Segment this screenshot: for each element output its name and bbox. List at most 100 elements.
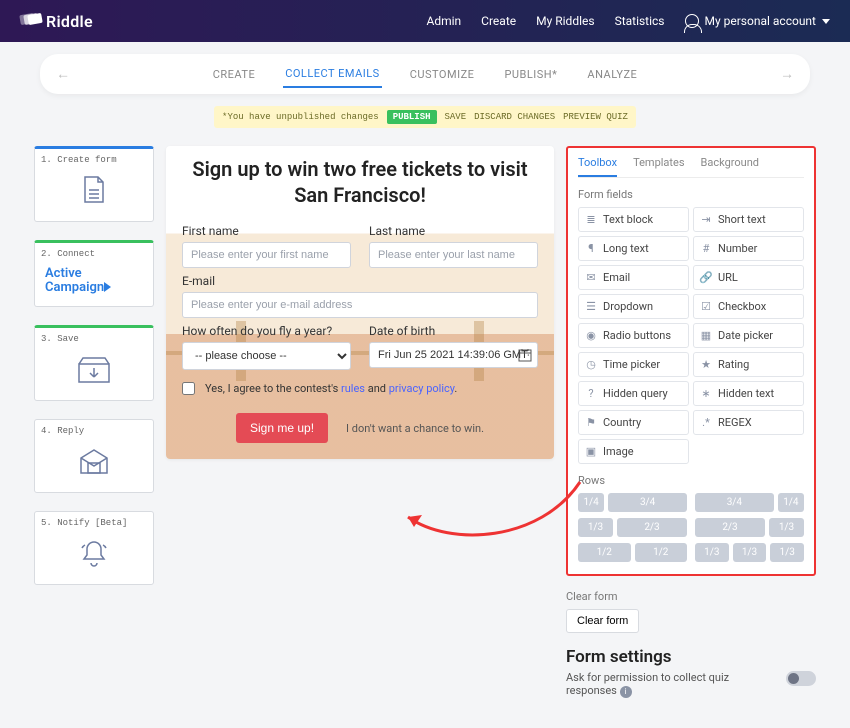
nav-my-riddles[interactable]: My Riddles xyxy=(536,14,594,28)
step-connect[interactable]: 2. Connect ActiveCampaign xyxy=(34,240,154,307)
steps-sidebar: 1. Create form 2. Connect ActiveCampaign… xyxy=(34,146,154,585)
field-radio-buttons[interactable]: ◉ Radio buttons xyxy=(578,323,689,348)
field-image[interactable]: ▣Image xyxy=(578,439,689,464)
row-layout[interactable]: 1/43/4 xyxy=(578,493,687,512)
field-icon: ☰ xyxy=(585,300,597,313)
tab-prev-button[interactable]: ← xyxy=(56,66,70,83)
field-email[interactable]: ✉Email xyxy=(578,265,689,290)
field-icon: ? xyxy=(585,387,597,400)
privacy-link[interactable]: privacy policy xyxy=(389,382,455,395)
row-chip: 2/3 xyxy=(695,518,765,537)
nav-create[interactable]: Create xyxy=(481,14,516,28)
rules-link[interactable]: rules xyxy=(341,382,365,395)
row-layout[interactable]: 1/31/31/3 xyxy=(695,543,804,562)
tab-collect-emails[interactable]: COLLECT EMAILS xyxy=(283,61,381,88)
clear-form-button[interactable]: Clear form xyxy=(566,609,639,633)
step-title: 1. Create form xyxy=(41,155,147,165)
field-country[interactable]: ⚑Country xyxy=(578,410,689,435)
field-label: Time picker xyxy=(603,358,660,371)
field-checkbox[interactable]: ☑Checkbox xyxy=(693,294,804,319)
brand-text: Riddle xyxy=(46,12,93,31)
brand[interactable]: Riddle xyxy=(20,12,93,31)
email-input[interactable] xyxy=(182,292,538,318)
consent-text: Yes, I agree to the contest's rules and … xyxy=(205,382,457,395)
row-layout[interactable]: 1/32/3 xyxy=(578,518,687,537)
row-line: 1/21/2 1/31/31/3 xyxy=(578,543,804,562)
row-layout[interactable]: 3/41/4 xyxy=(695,493,804,512)
field-icon: ◷ xyxy=(585,358,597,371)
step-title: 5. Notify [Beta] xyxy=(41,518,147,528)
row-layout[interactable]: 2/31/3 xyxy=(695,518,804,537)
save-box-icon xyxy=(41,350,147,390)
field-dropdown[interactable]: ☰Dropdown xyxy=(578,294,689,319)
row-grid: 1/43/4 3/41/4 1/32/3 2/31/3 1/21/2 1/31/31/3 xyxy=(578,493,804,562)
last-name-input[interactable] xyxy=(369,242,538,268)
permission-label: Ask for permission to collect quiz respo… xyxy=(566,671,729,697)
field-hidden-text[interactable]: ∗Hidden text xyxy=(693,381,804,406)
nav-admin[interactable]: Admin xyxy=(426,14,461,28)
field-label: Country xyxy=(603,416,641,429)
calendar-icon[interactable] xyxy=(518,348,532,362)
permission-toggle[interactable] xyxy=(786,671,816,686)
step-notify[interactable]: 5. Notify [Beta] xyxy=(34,511,154,585)
form-title: Sign up to win two free tickets to visit… xyxy=(182,156,538,208)
unsaved-msg: *You have unpublished changes xyxy=(222,112,379,122)
field-icon: ◉ xyxy=(585,329,597,342)
row-layout[interactable]: 1/21/2 xyxy=(578,543,687,562)
activecampaign-logo: ActiveCampaign xyxy=(41,265,147,296)
right-panel: Toolbox Templates Background Form fields… xyxy=(566,146,816,698)
row-chip: 1/4 xyxy=(578,493,604,512)
row-chip: 1/4 xyxy=(778,493,804,512)
field-rating[interactable]: ★Rating xyxy=(693,352,804,377)
discard-button[interactable]: DISCARD CHANGES xyxy=(474,112,555,122)
step-save[interactable]: 3. Save xyxy=(34,325,154,401)
first-name-input[interactable] xyxy=(182,242,351,268)
tab-analyze[interactable]: ANALYZE xyxy=(585,62,639,87)
first-name-label: First name xyxy=(182,224,351,238)
save-button[interactable]: SAVE xyxy=(445,112,467,122)
field-icon: 🔗 xyxy=(700,271,712,284)
publish-button[interactable]: PUBLISH xyxy=(387,110,437,124)
dob-input[interactable] xyxy=(369,342,538,368)
toolbox-tab-background[interactable]: Background xyxy=(701,156,759,177)
nav-right: Admin Create My Riddles Statistics My pe… xyxy=(426,14,830,28)
field-text-block[interactable]: ≣ Text block xyxy=(578,207,689,232)
field-hidden-query[interactable]: ? Hidden query xyxy=(578,381,689,406)
field-label: Hidden query xyxy=(603,387,668,400)
field-long-text[interactable]: ¶Long text xyxy=(578,236,689,261)
tab-create[interactable]: CREATE xyxy=(211,62,258,87)
field-label: Checkbox xyxy=(718,300,766,313)
row-chip: 2/3 xyxy=(617,518,687,537)
toolbox-tab-toolbox[interactable]: Toolbox xyxy=(578,156,617,177)
step-reply[interactable]: 4. Reply xyxy=(34,419,154,493)
tab-publish[interactable]: PUBLISH* xyxy=(502,62,559,87)
field-time-picker[interactable]: ◷ Time picker xyxy=(578,352,689,377)
tab-customize[interactable]: CUSTOMIZE xyxy=(408,62,477,87)
decline-link[interactable]: I don't want a chance to win. xyxy=(346,422,484,435)
frequency-select[interactable]: -- please choose -- xyxy=(182,342,351,370)
preview-quiz-button[interactable]: PREVIEW QUIZ xyxy=(563,112,628,122)
form-fields-header: Form fields xyxy=(578,188,804,201)
builder-tabs: ← CREATE COLLECT EMAILS CUSTOMIZE PUBLIS… xyxy=(40,54,810,94)
step-title: 3. Save xyxy=(41,334,147,344)
field-icon: ≣ xyxy=(585,213,597,226)
info-icon[interactable]: i xyxy=(620,686,632,698)
field-label: Text block xyxy=(603,213,653,226)
field-icon: # xyxy=(700,242,712,255)
account-menu[interactable]: My personal account xyxy=(685,14,831,28)
submit-button[interactable]: Sign me up! xyxy=(236,413,328,443)
tab-next-button[interactable]: → xyxy=(780,66,794,83)
field-date-picker[interactable]: ▦Date picker xyxy=(693,323,804,348)
field-regex[interactable]: .*REGEX xyxy=(693,410,804,435)
nav-statistics[interactable]: Statistics xyxy=(615,14,665,28)
field-label: Radio buttons xyxy=(603,329,671,342)
step-create-form[interactable]: 1. Create form xyxy=(34,146,154,222)
consent-checkbox[interactable] xyxy=(182,382,195,395)
user-icon xyxy=(685,14,699,28)
field-number[interactable]: #Number xyxy=(693,236,804,261)
document-icon xyxy=(41,171,147,211)
bell-icon xyxy=(41,534,147,574)
field-short-text[interactable]: ⇥Short text xyxy=(693,207,804,232)
field-url[interactable]: 🔗URL xyxy=(693,265,804,290)
toolbox-tab-templates[interactable]: Templates xyxy=(633,156,684,177)
